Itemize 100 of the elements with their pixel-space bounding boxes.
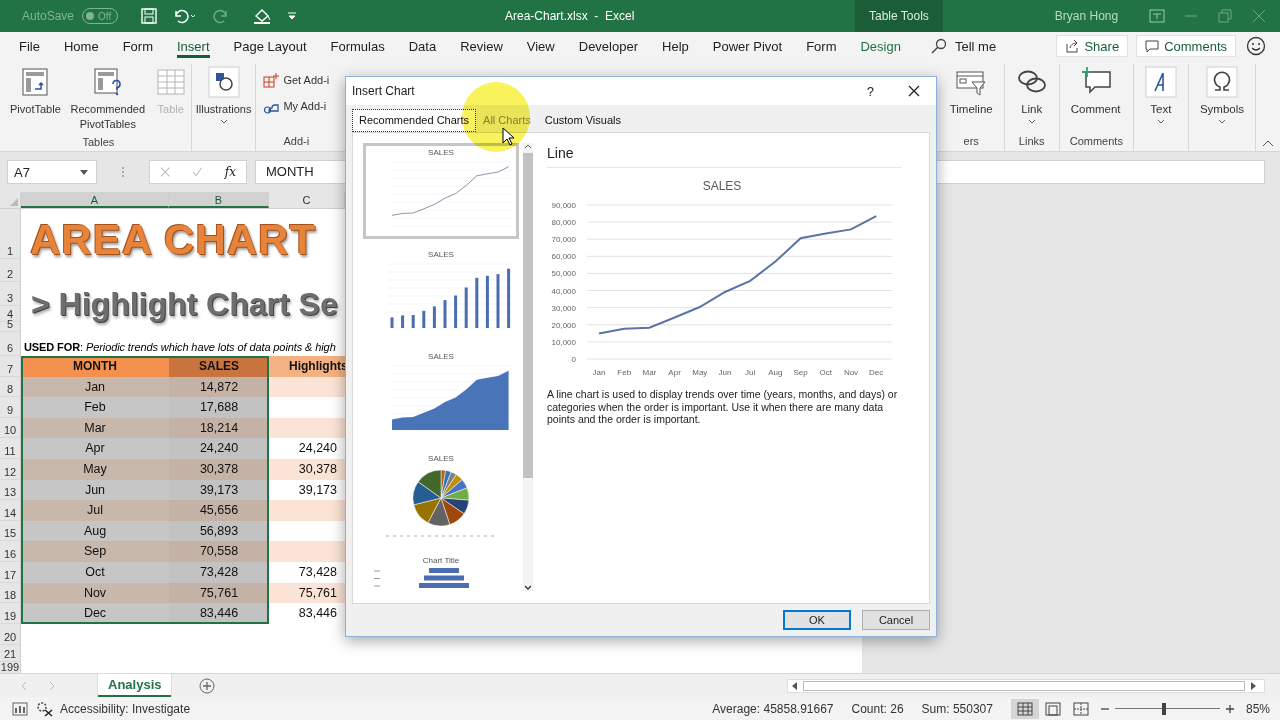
table-cell[interactable]: 18,214 [169,417,269,439]
previous-sheet-icon[interactable] [20,680,28,691]
table-cell[interactable]: 73,428 [169,561,269,583]
table-cell[interactable]: May [21,458,169,480]
table-cell[interactable]: Oct [21,561,169,583]
illustrations-button[interactable]: Illustrations [194,64,253,130]
symbols-button[interactable]: Symbols [1198,64,1245,130]
dialog-button[interactable]: Cancel [862,610,930,630]
pivot-table-button[interactable]: PivotTable [9,64,62,119]
ribbon-tab[interactable]: Data [396,32,449,60]
view-button[interactable] [1010,698,1039,719]
column-chart-thumbnail[interactable]: SALES [363,245,519,341]
row-header[interactable]: 5 [0,322,21,332]
help-button[interactable]: ? [862,83,878,99]
row-header[interactable]: 7 [0,356,21,377]
share-button[interactable]: Share [1056,35,1129,57]
ribbon-tab[interactable]: File [7,32,52,60]
table-cell[interactable]: 56,893 [169,520,269,542]
restore-icon[interactable] [1217,9,1234,23]
new-sheet-icon[interactable] [199,677,216,694]
column-header[interactable]: A [21,192,169,208]
table-cell[interactable] [269,541,345,562]
zoom-in-icon[interactable] [1224,703,1235,714]
bar-chart-thumbnail[interactable]: Chart Title [363,551,519,593]
table-cell[interactable]: 24,240 [169,438,269,459]
table-cell[interactable]: 45,656 [169,500,269,521]
row-header[interactable]: 1 [0,209,21,259]
vertical-scrollbar[interactable] [523,143,533,591]
table-cell[interactable]: Jul [21,500,169,521]
table-cell[interactable]: Apr [21,438,169,459]
table-cell[interactable]: Jun [21,479,169,501]
row-header[interactable]: 16 [0,541,21,562]
cancel-icon[interactable] [160,166,171,178]
table-cell[interactable]: 83,446 [169,603,269,624]
table-cell[interactable]: Sep [21,541,169,562]
pie-chart-thumbnail[interactable]: SALES [363,449,519,545]
ribbon-tab[interactable]: Home [51,32,111,60]
comments-button[interactable]: Comments [1136,35,1236,57]
table-header-cell[interactable]: Highlights [269,356,345,377]
enter-icon[interactable] [192,166,203,178]
row-header[interactable]: 11 [0,438,21,459]
ribbon-tab[interactable]: Power Pivot [700,32,795,60]
sheet-tab[interactable]: Analysis [98,674,172,697]
ribbon-tab[interactable]: Developer [566,32,650,60]
ribbon-tab[interactable]: Review [448,32,515,60]
close-icon[interactable] [908,85,920,97]
table-cell[interactable]: 75,761 [269,582,345,604]
ribbon-tab[interactable]: Page Layout [221,32,319,60]
row-header[interactable]: 10 [0,417,21,439]
accessibility-status[interactable]: Accessibility: Investigate [60,701,191,716]
next-sheet-icon[interactable] [48,680,56,691]
smiley-icon[interactable] [1246,36,1266,56]
paint-bucket-icon[interactable] [252,7,273,25]
tell-me-search[interactable]: Tell me [930,38,997,54]
line-chart-thumbnail[interactable]: SALES [363,143,519,239]
horizontal-scrollbar[interactable] [787,678,1265,693]
row-header[interactable]: 13 [0,479,21,501]
table-cell[interactable]: Dec [21,603,169,624]
table-cell[interactable] [269,500,345,521]
table-cell[interactable]: 14,872 [169,376,269,398]
row-header[interactable]: 18 [0,582,21,604]
zoom-level[interactable]: 85% [1245,701,1270,716]
recommended-pivot-tables-button[interactable]: Recommended PivotTables [63,64,152,134]
table-cell[interactable]: Jan [21,376,169,398]
timeline-button[interactable]: Timeline [948,64,994,119]
table-cell[interactable]: Nov [21,582,169,604]
name-box[interactable]: A7 [7,160,97,184]
macro-record-icon[interactable] [12,701,28,716]
table-cell[interactable]: 30,378 [269,458,345,480]
table-cell[interactable] [269,376,345,398]
comment-button[interactable]: Comment [1069,64,1122,119]
row-header[interactable]: 20 [0,623,21,645]
collapse-ribbon-icon[interactable] [1262,139,1274,147]
ribbon-tab[interactable]: Insert [165,32,222,60]
table-cell[interactable]: 17,688 [169,397,269,418]
ribbon-tab[interactable]: Design [848,32,913,60]
get-add-ins-button[interactable]: Get Add-i [262,70,331,90]
table-header-cell[interactable]: SALES [169,356,269,377]
row-header[interactable]: 12 [0,458,21,480]
row-header[interactable]: 2 [0,259,21,282]
accessibility-icon[interactable] [36,700,54,717]
row-header[interactable]: 14 [0,500,21,521]
dialog-button[interactable]: OK [783,610,851,630]
table-cell[interactable]: 70,558 [169,541,269,562]
table-header-cell[interactable]: MONTH [21,356,169,377]
column-header[interactable]: B [169,192,269,208]
table-cell[interactable]: Feb [21,397,169,418]
text-button[interactable]: Text [1143,64,1178,130]
dialog-tab[interactable]: Custom Visuals [537,109,628,132]
ribbon-tab[interactable]: View [514,32,567,60]
table-cell[interactable]: 30,378 [169,458,269,480]
row-header[interactable]: 8 [0,376,21,398]
row-header[interactable]: 15 [0,520,21,542]
ribbon-tab[interactable]: Form [110,32,165,60]
insert-function-button[interactable]: fx [224,165,236,179]
table-cell[interactable]: Aug [21,520,169,542]
ribbon-tab[interactable]: Form [794,32,849,60]
ribbon-tab[interactable]: Formulas [318,32,397,60]
link-button[interactable]: Link [1014,64,1049,130]
table-cell[interactable]: Mar [21,417,169,439]
